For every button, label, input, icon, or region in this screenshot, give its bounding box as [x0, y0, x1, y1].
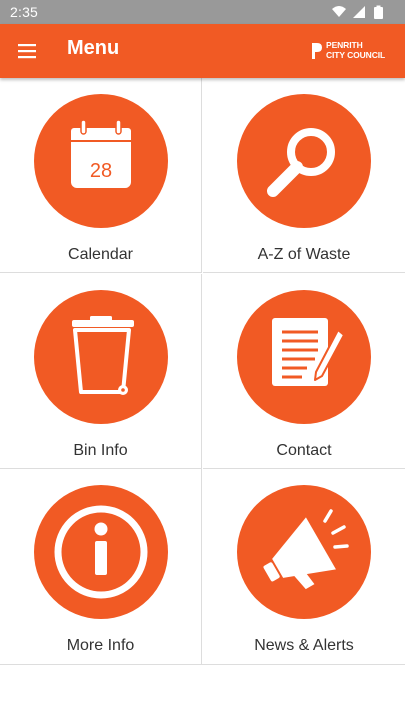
page-title: Menu	[67, 37, 120, 59]
magnifier-icon-circle	[237, 94, 371, 228]
notepad-pen-icon-circle	[237, 290, 371, 424]
menu-item-a-z-of-waste[interactable]: A-Z of Waste	[203, 78, 405, 273]
menu-grid: 28 Calendar A-Z of Waste Bin Info Contac…	[0, 78, 405, 665]
penrith-logo-icon	[312, 43, 322, 59]
council-logo: PENRITH CITY COUNCIL	[311, 40, 399, 63]
wifi-icon	[332, 6, 346, 17]
info-icon-circle	[34, 485, 168, 619]
menu-item-more-info[interactable]: More Info	[0, 469, 202, 664]
megaphone-icon-circle	[237, 485, 371, 619]
brand-line-2: CITY COUNCIL	[326, 49, 386, 60]
menu-item-label: Contact	[276, 442, 332, 459]
calendar-icon-circle: 28	[34, 94, 168, 228]
menu-item-label: More Info	[66, 637, 135, 654]
magnifier-icon	[267, 128, 335, 197]
calendar-day-number: 28	[90, 160, 112, 182]
wheelie-bin-icon	[72, 316, 134, 395]
menu-item-contact[interactable]: Contact	[203, 274, 405, 469]
calendar-icon: 28	[71, 119, 131, 188]
wheelie-bin-icon-circle	[34, 290, 168, 424]
app-bar: Menu PENRITH CITY COUNCIL	[0, 24, 405, 78]
status-bar: 2:35	[0, 0, 405, 24]
menu-item-bin-info[interactable]: Bin Info	[0, 274, 202, 469]
menu-item-label: Bin Info	[73, 442, 128, 459]
menu-button[interactable]	[10, 35, 44, 67]
menu-item-news-alerts[interactable]: News & Alerts	[203, 469, 405, 664]
notepad-pen-icon	[272, 318, 345, 386]
hamburger-menu-icon	[18, 44, 36, 59]
council-name: PENRITH CITY COUNCIL	[326, 40, 386, 60]
menu-item-label: A-Z of Waste	[257, 246, 351, 263]
status-icons	[331, 4, 393, 20]
info-icon	[54, 505, 148, 599]
menu-item-label: News & Alerts	[254, 637, 354, 654]
signal-icon	[353, 6, 365, 18]
battery-icon	[374, 5, 383, 19]
status-time: 2:35	[10, 4, 39, 20]
megaphone-icon	[263, 509, 349, 590]
menu-item-label: Calendar	[68, 246, 133, 263]
menu-item-calendar[interactable]: 28 Calendar	[0, 78, 202, 273]
